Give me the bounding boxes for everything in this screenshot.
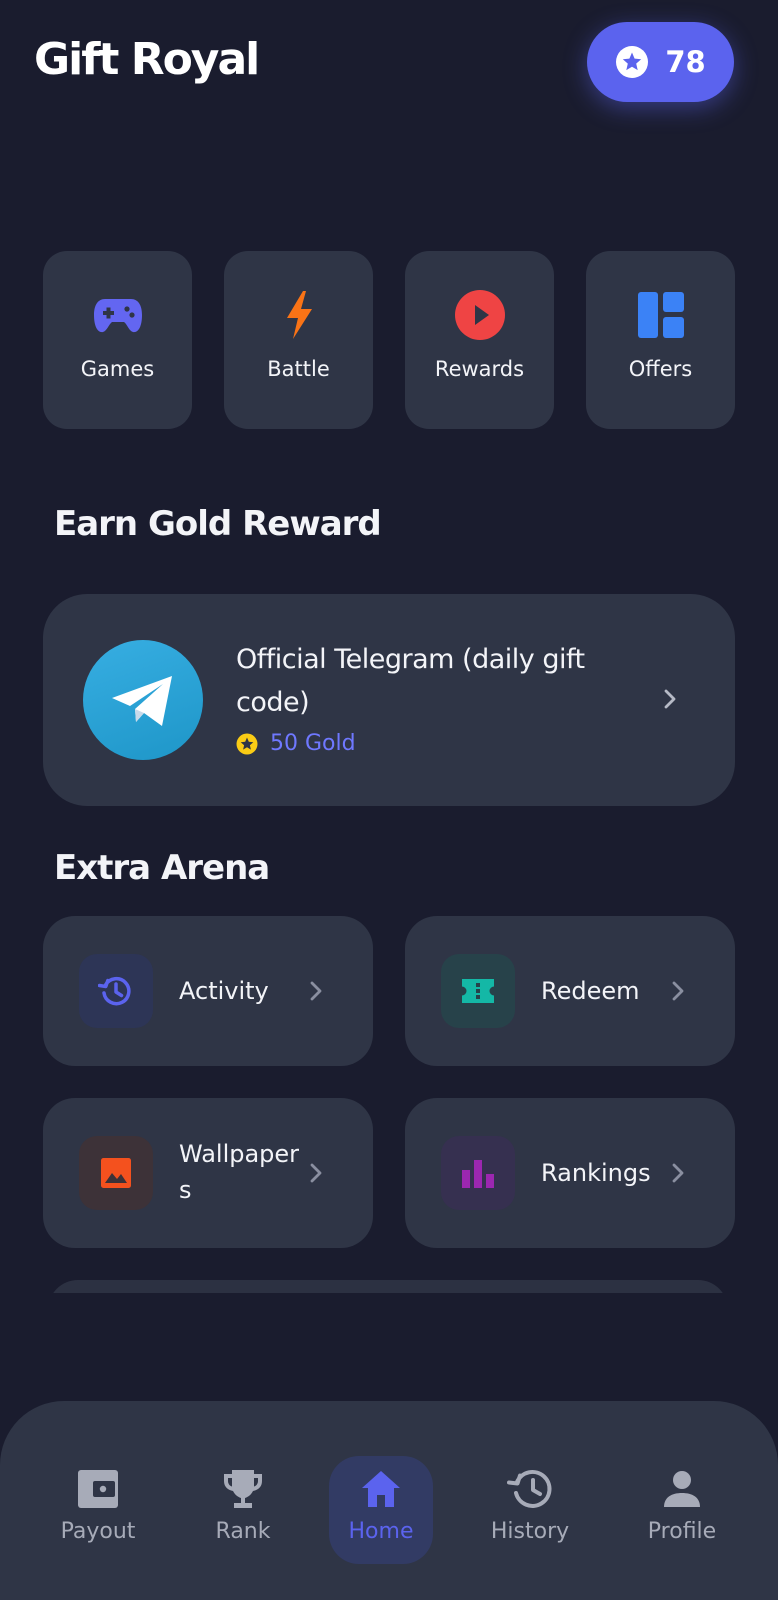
arena-item-redeem[interactable]: Redeem <box>405 916 735 1066</box>
telegram-reward-card[interactable]: Official Telegram (daily gift code) 50 G… <box>43 594 735 806</box>
chevron-right-icon <box>664 689 676 709</box>
app-title: Gift Royal <box>34 34 260 85</box>
arena-item-rankings[interactable]: Rankings <box>405 1098 735 1248</box>
nav-label: History <box>490 1519 570 1544</box>
ticket-icon <box>441 954 515 1028</box>
telegram-icon <box>83 640 203 760</box>
nav-item-payout[interactable]: Payout <box>46 1456 150 1564</box>
trophy-icon <box>222 1465 264 1513</box>
quick-action-battle[interactable]: Battle <box>224 251 373 429</box>
arena-item-label: Rankings <box>541 1159 651 1187</box>
wallet-icon <box>77 1465 119 1513</box>
arena-item-label: Activity <box>179 977 269 1005</box>
app-header: Gift Royal 78 <box>0 0 778 130</box>
star-coin-icon <box>616 46 649 78</box>
nav-label: Home <box>348 1519 414 1544</box>
chevron-right-icon <box>672 1163 684 1183</box>
arena-section-title: Extra Arena <box>54 848 270 888</box>
quick-action-offers[interactable]: Offers <box>586 251 735 429</box>
quick-actions-grid: Games Battle Rewards Offers <box>43 251 735 429</box>
quick-action-games[interactable]: Games <box>43 251 192 429</box>
quick-action-label: Games <box>80 357 155 381</box>
telegram-card-title: Official Telegram (daily gift code) <box>236 644 585 718</box>
nav-item-home[interactable]: Home <box>329 1456 433 1564</box>
nav-item-history[interactable]: History <box>478 1456 582 1564</box>
home-icon <box>361 1465 401 1513</box>
image-icon <box>79 1136 153 1210</box>
bar-chart-icon <box>441 1136 515 1210</box>
chevron-right-icon <box>672 981 684 1001</box>
person-icon <box>663 1465 701 1513</box>
quick-action-label: Offers <box>628 357 693 381</box>
coin-count: 78 <box>665 45 706 79</box>
quick-action-label: Battle <box>267 357 330 381</box>
quick-action-rewards[interactable]: Rewards <box>405 251 554 429</box>
coin-balance-button[interactable]: 78 <box>587 22 734 102</box>
telegram-reward: 50 Gold <box>236 731 356 756</box>
reward-amount: 50 Gold <box>270 731 356 756</box>
lightning-icon <box>284 287 314 343</box>
arena-item-label: Redeem <box>541 977 640 1005</box>
dashboard-icon <box>637 287 684 343</box>
nav-label: Payout <box>60 1519 136 1544</box>
quick-action-label: Rewards <box>434 357 525 381</box>
chevron-right-icon <box>310 1163 322 1183</box>
arena-item-activity[interactable]: Activity <box>43 916 373 1066</box>
gold-coin-icon <box>236 733 258 754</box>
history-icon <box>79 954 153 1028</box>
play-icon <box>454 287 505 343</box>
arena-item-wallpapers[interactable]: Wallpaper s <box>43 1098 373 1248</box>
bottom-navigation: Payout Rank Home History Profile <box>0 1401 778 1600</box>
chevron-right-icon <box>310 981 322 1001</box>
nav-label: Profile <box>647 1519 717 1544</box>
nav-item-rank[interactable]: Rank <box>191 1456 295 1564</box>
earn-section-title: Earn Gold Reward <box>54 504 382 544</box>
nav-item-profile[interactable]: Profile <box>630 1456 734 1564</box>
history-icon <box>507 1465 553 1513</box>
nav-label: Rank <box>215 1519 271 1544</box>
gamepad-icon <box>93 287 143 343</box>
arena-item-label: Wallpaper s <box>179 1140 300 1204</box>
